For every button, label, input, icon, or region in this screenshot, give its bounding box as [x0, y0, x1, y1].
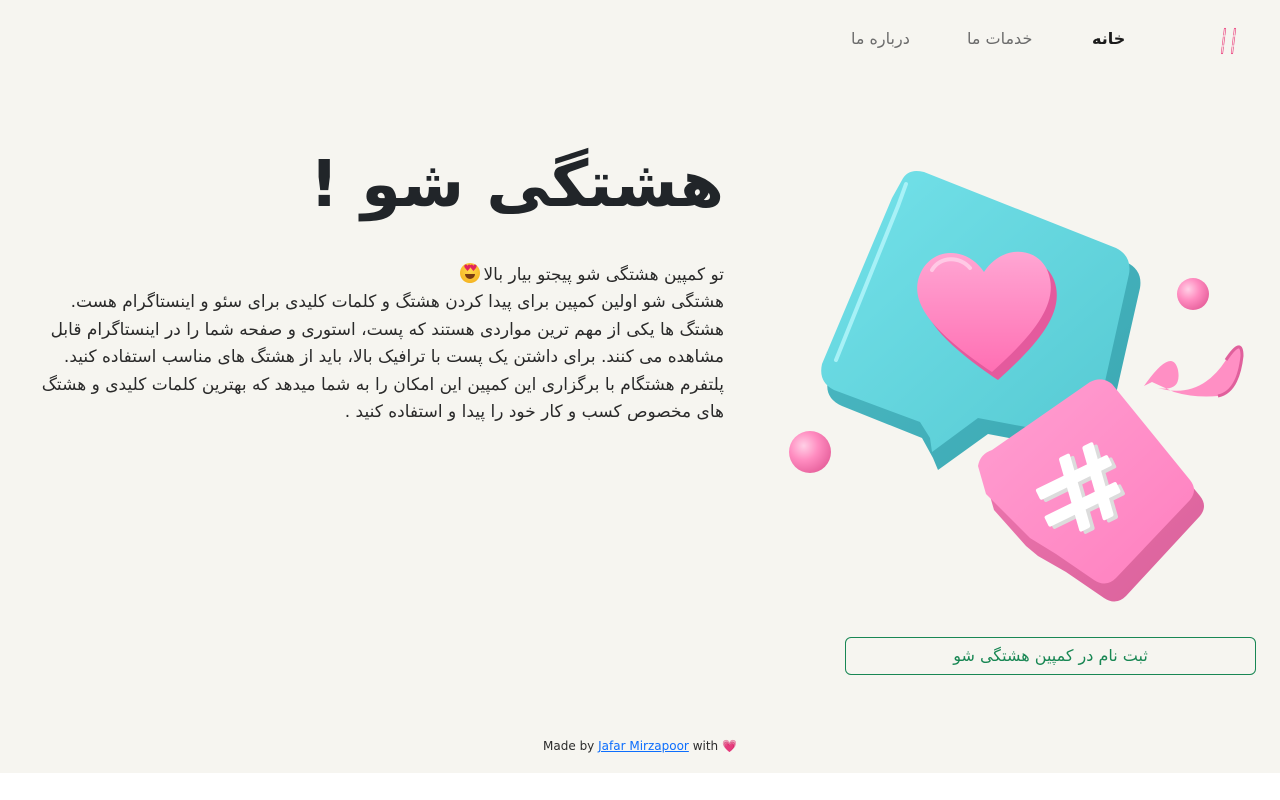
heart-eyes-emoji-icon	[460, 263, 481, 283]
page: خانه خدمات ما درباره ما هشتگی شو ! تو کم…	[0, 0, 1280, 773]
hero-title: هشتگی شو !	[309, 148, 725, 222]
hashtag-heart-illustration	[789, 171, 1244, 602]
footer-made-by: Made by	[543, 739, 595, 753]
hero-section: هشتگی شو ! تو کمپین هشتگی شو پیجتو بیار …	[20, 130, 725, 426]
register-campaign-button[interactable]: ثبت نام در کمپین هشتگی شو	[845, 637, 1256, 675]
nav-about-link[interactable]: درباره ما	[851, 27, 910, 51]
heart-icon: 💗	[721, 739, 737, 753]
footer: Made by Jafar Mirzapoor with 💗	[0, 738, 1280, 754]
footer-with: with	[692, 739, 719, 753]
hero-description: تو کمپین هشتگی شو پیجتو بیار بالا هشتگی …	[20, 262, 724, 426]
hashtag-logo-icon[interactable]	[1214, 26, 1244, 56]
hero-line: هشتگ ها یکی از مهم ترین مواردی هستند که …	[50, 319, 724, 340]
nav-services-link[interactable]: خدمات ما	[967, 27, 1032, 51]
hero-line: پلتفرم هشتگام با برگزاری این کمپین این ا…	[41, 374, 724, 395]
footer-author-link[interactable]: Jafar Mirzapoor	[598, 739, 689, 753]
hero-line: هشتگی شو اولین کمپین برای پیدا کردن هشتگ…	[70, 292, 724, 313]
nav-home-link[interactable]: خانه	[1092, 27, 1125, 51]
hero-line: های مخصوص کسب و کار خود را پیدا و استفاد…	[344, 402, 724, 423]
hero-line-text: تو کمپین هشتگی شو پیجتو بیار بالا	[483, 265, 724, 285]
hero-line: تو کمپین هشتگی شو پیجتو بیار بالا	[20, 262, 724, 289]
hero-line: مشاهده می کنند. برای داشتن یک پست با ترا…	[63, 347, 724, 368]
